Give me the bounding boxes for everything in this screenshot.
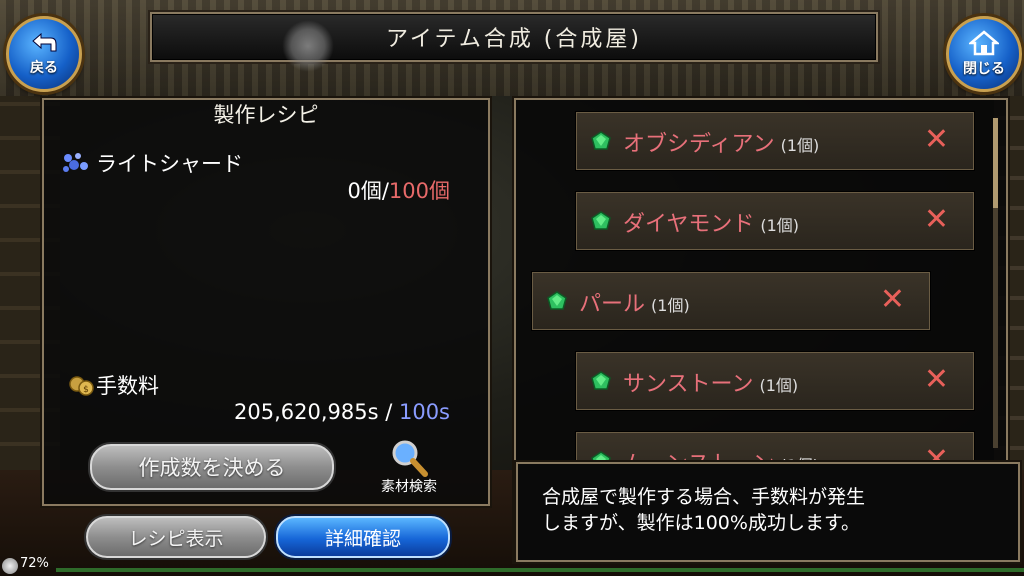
fee-owned: 205,620,985s (233, 400, 379, 424)
material-name: ライトシャード (96, 152, 243, 176)
material-row-name: パール (1個) (579, 286, 690, 318)
material-row-qty: (1個) (651, 296, 690, 315)
material-row-label: パール (579, 292, 646, 317)
back-arrow-icon (32, 32, 57, 52)
emerald-gem-icon (591, 211, 611, 230)
material-row-selected[interactable]: パール (1個) ✕ (532, 272, 930, 330)
home-icon (969, 30, 999, 56)
exp-percent: 72% (20, 556, 49, 571)
back-button[interactable]: 戻る (6, 16, 82, 92)
message-line-1: 合成屋で製作する場合、手数料が発生 (542, 486, 866, 508)
material-row[interactable]: ダイヤモンド (1個) ✕ (576, 192, 974, 250)
magnifier-icon (392, 440, 428, 477)
light-orb (282, 20, 334, 72)
shard-icon (63, 153, 88, 172)
fee-cost: 100s (398, 400, 450, 424)
exp-bar (56, 568, 1024, 572)
message-box: 合成屋で製作する場合、手数料が発生 しますが、製作は100%成功します。 (516, 462, 1020, 562)
material-row[interactable]: サンストーン (1個) ✕ (576, 352, 974, 410)
back-label: 戻る (30, 60, 58, 76)
material-row-label: ダイヤモンド (623, 212, 755, 237)
emerald-gem-icon (591, 131, 611, 150)
material-row-name: オブシディアン (1個) (623, 126, 819, 158)
scrollbar-thumb[interactable] (993, 118, 998, 208)
remove-x-icon[interactable]: ✕ (880, 285, 905, 315)
fee-value: 205,620,985s / 100s (234, 400, 450, 424)
status-bar: 72% (0, 556, 1024, 576)
material-need: 100個 (388, 179, 450, 203)
emerald-gem-icon (547, 291, 567, 310)
remove-x-icon[interactable]: ✕ (924, 205, 949, 235)
remove-x-icon[interactable]: ✕ (924, 365, 949, 395)
fee-separator: / (378, 400, 399, 424)
count-slash: / (381, 179, 389, 203)
material-row-qty: (1個) (780, 136, 820, 155)
close-button[interactable]: 閉じる (946, 16, 1022, 92)
material-row-qty: (1個) (759, 376, 799, 395)
material-search-label: 素材検索 (381, 479, 437, 495)
svg-text:$: $ (83, 385, 89, 395)
material-row-qty: (1個) (760, 216, 800, 235)
material-row-name: サンストーン (1個) (623, 366, 798, 398)
recipe-display-button[interactable]: レシピ表示 (86, 516, 266, 558)
message-line-2: しますが、製作は100%成功します。 (542, 512, 861, 534)
title-bar: アイテム合成 (合成屋) (150, 12, 878, 62)
material-row-label: オブシディアン (623, 132, 775, 157)
material-count: 0個/100個 (347, 175, 450, 205)
material-have: 0個 (347, 179, 382, 203)
recipe-header: 製作レシピ (213, 103, 319, 127)
material-row-label: サンストーン (623, 372, 754, 397)
decide-quantity-button[interactable]: 作成数を決める (90, 444, 334, 490)
detail-check-button[interactable]: 詳細確認 (276, 516, 450, 558)
material-search-button[interactable]: 素材検索 (370, 438, 448, 496)
remove-x-icon[interactable]: ✕ (924, 125, 949, 155)
material-row[interactable]: オブシディアン (1個) ✕ (576, 112, 974, 170)
emerald-gem-icon (591, 371, 611, 390)
close-label: 閉じる (963, 61, 1005, 77)
message-text: 合成屋で製作する場合、手数料が発生 しますが、製作は100%成功します。 (542, 484, 865, 536)
fee-label: 手数料 (96, 374, 159, 398)
coin-icon: $ (69, 376, 94, 396)
exp-orb-icon (2, 558, 18, 574)
material-row-name: ダイヤモンド (1個) (623, 206, 799, 238)
page-title: アイテム合成 (合成屋) (386, 27, 642, 52)
